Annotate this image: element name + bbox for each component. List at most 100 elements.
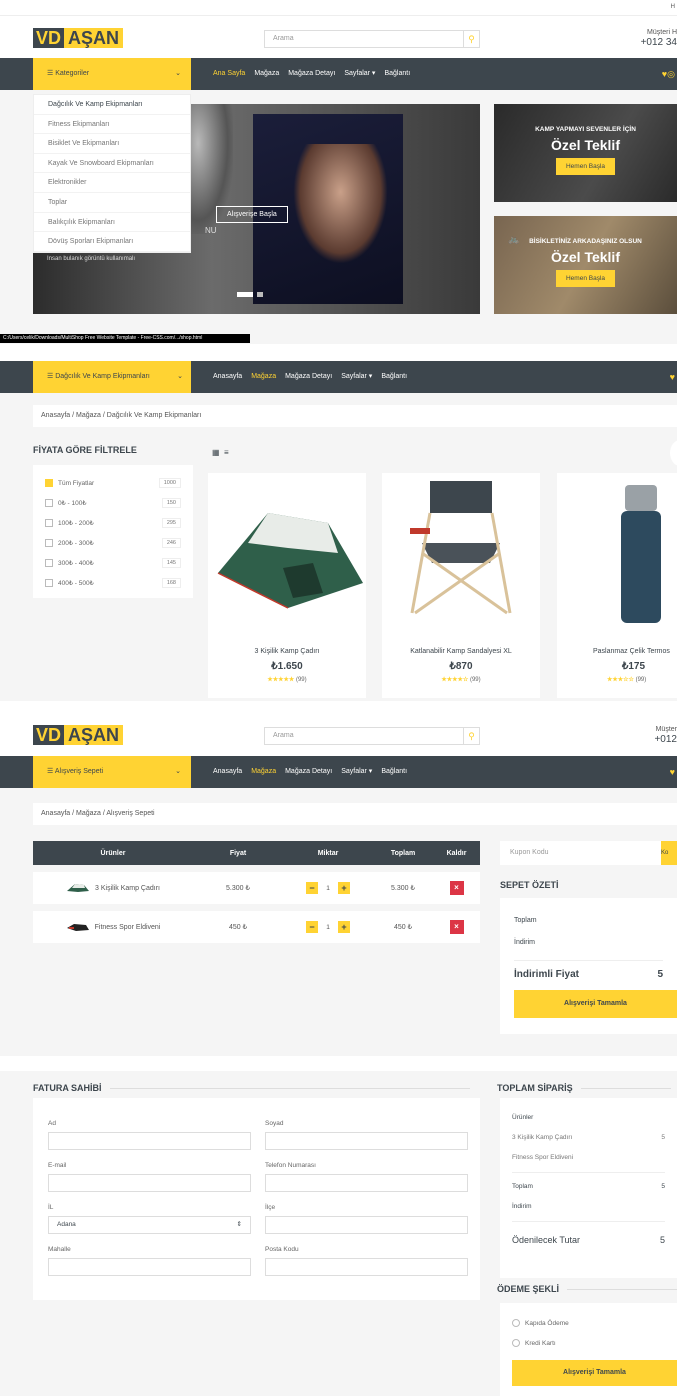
categories-button[interactable]: ☰ Dağcılık Ve Kamp Ekipmanları ⌄ (33, 361, 191, 393)
price-filter-row[interactable]: 200₺ - 300₺ 246 (45, 533, 181, 553)
nav-link-pages[interactable]: Sayfalar ▾ (341, 361, 372, 393)
checkout-button[interactable]: Alışverişi Tamamla (514, 990, 677, 1018)
search-input[interactable]: Arama (265, 31, 463, 47)
category-item[interactable]: Kayak Ve Snowboard Ekipmanları (34, 154, 190, 174)
logo[interactable]: VD AŞAN (33, 28, 124, 48)
category-item[interactable]: Dağcılık Ve Kamp Ekipmanları (34, 95, 190, 115)
category-item[interactable]: Dövüş Sporları Ekipmanları (34, 232, 190, 252)
order-payable-value: 5 (659, 1235, 665, 1245)
checkbox[interactable] (45, 499, 53, 507)
nav-link-contact[interactable]: Bağlantı (381, 361, 407, 393)
heart-icon[interactable]: ♥ (670, 372, 675, 382)
quantity-input[interactable]: 1 (322, 924, 334, 931)
product-card[interactable]: 3 Kişilik Kamp Çadırı ₺1.650 ★★★★★ (99) (208, 473, 366, 698)
category-item[interactable]: Bisiklet Ve Ekipmanları (34, 134, 190, 154)
nav-link-shop[interactable]: Mağaza (254, 58, 279, 90)
payment-option-cash[interactable]: Kapıda Ödeme (512, 1313, 665, 1333)
last-name-field[interactable] (265, 1132, 468, 1150)
grid-view-icon[interactable]: ▦ (212, 448, 220, 457)
category-item[interactable]: Toplar (34, 193, 190, 213)
category-item[interactable]: Balıkçılık Ekipmanları (34, 213, 190, 233)
category-item[interactable]: Fitness Ekipmanları (34, 115, 190, 135)
heart-icon[interactable]: ♥◎ (662, 69, 675, 80)
remove-button[interactable]: × (449, 881, 464, 895)
search-icon[interactable]: ⚲ (463, 728, 479, 744)
search-icon[interactable]: ⚲ (463, 31, 479, 47)
nav-link-shop-detail[interactable]: Mağaza Detayı (285, 756, 332, 788)
nav-link-home[interactable]: Ana Sayfa (213, 58, 245, 90)
category-item[interactable]: Elektronikler (34, 173, 190, 193)
plus-button[interactable]: + (338, 921, 350, 933)
district-field[interactable] (265, 1216, 468, 1234)
radio[interactable] (512, 1339, 520, 1347)
heart-icon[interactable]: ♥ (670, 767, 675, 777)
hero-shop-button[interactable]: Alışverişe Başla (216, 206, 288, 223)
carousel-indicator-active[interactable] (237, 292, 253, 297)
nav-link-pages[interactable]: Sayfalar ▾ (344, 58, 375, 90)
checkbox[interactable] (45, 559, 53, 567)
offer-start-button[interactable]: Hemen Başla (555, 158, 616, 175)
email-field[interactable] (48, 1174, 251, 1192)
order-payable-row: Ödenilecek Tutar 5 (512, 1226, 665, 1254)
nav-link-shop-detail[interactable]: Mağaza Detayı (285, 361, 332, 393)
minus-button[interactable]: − (306, 882, 318, 894)
order-total-row: Toplam 5 (512, 1177, 665, 1197)
nav-link-shop[interactable]: Mağaza (251, 756, 276, 788)
offer-banner-camping: KAMP YAPMAYI SEVENLER İÇİN Özel Teklif H… (494, 104, 677, 202)
nav-link-home[interactable]: Anasayfa (213, 756, 242, 788)
nav-link-contact[interactable]: Bağlantı (381, 756, 407, 788)
phone-field[interactable] (265, 1174, 468, 1192)
list-view-icon[interactable]: ≡ (224, 448, 229, 457)
order-products-label: Ürünler (512, 1114, 534, 1121)
product-rating: ★★★☆☆ (99) (557, 676, 677, 683)
neighborhood-field[interactable] (48, 1258, 251, 1276)
price-filter-row[interactable]: 300₺ - 400₺ 145 (45, 553, 181, 573)
product-card[interactable]: Katlanabilir Kamp Sandalyesi XL ₺870 ★★★… (382, 473, 540, 698)
price-filter-row[interactable]: 400₺ - 500₺ 168 (45, 573, 181, 593)
checkbox[interactable] (45, 539, 53, 547)
categories-button[interactable]: ☰ Kategoriler ⌄ (33, 58, 191, 90)
logo[interactable]: VD AŞAN (33, 725, 124, 745)
filter-title-text: FİYATA GÖRE FİLTRELE (33, 445, 137, 455)
search-input[interactable]: Arama (265, 728, 463, 744)
categories-button[interactable]: ☰ Alışveriş Sepeti ⌄ (33, 756, 191, 788)
product-card[interactable]: Paslanmaz Çelik Termos ₺175 ★★★☆☆ (99) (557, 473, 677, 698)
price-filter-row[interactable]: 100₺ - 200₺ 295 (45, 513, 181, 533)
product-name: Katlanabilir Kamp Sandalyesi XL (410, 648, 512, 655)
order-item-row: Fitness Spor Eldiveni (512, 1148, 665, 1168)
col-header-products: Ürünler (100, 849, 126, 857)
checkbox[interactable] (45, 479, 53, 487)
postal-code-field[interactable] (265, 1258, 468, 1276)
chair-image (410, 481, 512, 615)
nav-link-shop-detail[interactable]: Mağaza Detayı (288, 58, 335, 90)
logo-part1: VD (33, 28, 65, 48)
plus-button[interactable]: + (338, 882, 350, 894)
nav-link-contact[interactable]: Bağlantı (384, 58, 410, 90)
table-row: Fitness Spor Eldiveni 450 ₺ − 1 + 450 ₺ … (33, 911, 480, 943)
categories-label: Kategoriler (55, 70, 90, 77)
checkbox[interactable] (45, 579, 53, 587)
checkbox[interactable] (45, 519, 53, 527)
complete-order-button[interactable]: Alışverişi Tamamla (512, 1360, 677, 1386)
offer-start-button[interactable]: Hemen Başla (555, 270, 616, 287)
nav-link-pages[interactable]: Sayfalar ▾ (341, 756, 372, 788)
radio[interactable] (512, 1319, 520, 1327)
coupon-apply-button[interactable]: Ko (661, 841, 677, 865)
minus-button[interactable]: − (306, 921, 318, 933)
payment-option-card[interactable]: Kredi Kartı (512, 1333, 665, 1353)
coupon-input[interactable]: Kupon Kodu (500, 841, 661, 865)
first-name-field[interactable] (48, 1132, 251, 1150)
col-header-quantity: Miktar (317, 849, 339, 857)
quantity-input[interactable]: 1 (322, 885, 334, 892)
divider (512, 1221, 665, 1222)
remove-button[interactable]: × (449, 920, 464, 934)
price-filter-row[interactable]: Tüm Fiyatlar 1000 (45, 473, 181, 493)
title-divider (580, 1088, 671, 1090)
carousel-indicator[interactable] (257, 292, 263, 297)
nav-link-shop[interactable]: Mağaza (251, 361, 276, 393)
logo-part1: VD (33, 725, 65, 745)
col-header-total: Toplam (390, 849, 416, 857)
nav-link-home[interactable]: Anasayfa (213, 361, 242, 393)
province-select[interactable]: Adana ⇕ (48, 1216, 251, 1234)
price-filter-row[interactable]: 0₺ - 100₺ 150 (45, 493, 181, 513)
